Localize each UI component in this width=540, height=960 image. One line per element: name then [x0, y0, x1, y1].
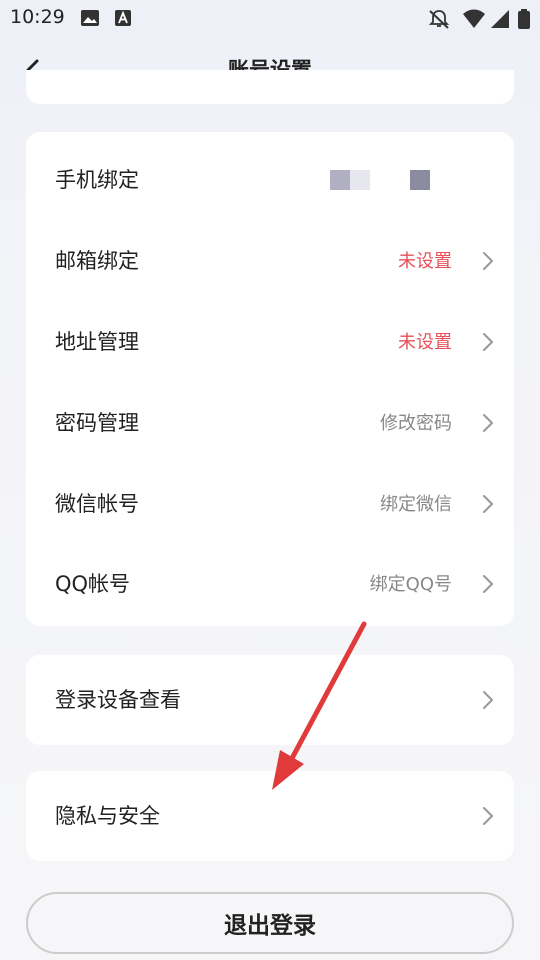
chevron-right-icon — [483, 333, 493, 351]
account-settings-card: 手机绑定 邮箱绑定 未设置 地址管理 未设置 密码管理 修改密码 微信帐号 绑定… — [26, 132, 514, 626]
image-icon — [81, 10, 99, 26]
chevron-right-icon — [483, 807, 493, 825]
battery-icon — [518, 9, 530, 29]
row-label: 密码管理 — [55, 411, 139, 435]
chevron-right-icon — [483, 691, 493, 709]
masked-phone-block — [330, 170, 350, 190]
phone-binding-row[interactable]: 手机绑定 — [26, 140, 514, 221]
chevron-right-icon — [483, 414, 493, 432]
row-label: 邮箱绑定 — [55, 249, 139, 273]
privacy-card: 隐私与安全 — [26, 771, 514, 861]
chevron-right-icon — [483, 252, 493, 270]
chevron-right-icon — [483, 495, 493, 513]
status-bar: 10:29 — [0, 0, 540, 36]
chevron-right-icon — [483, 575, 493, 593]
row-value: 修改密码 — [380, 413, 452, 434]
signal-icon — [491, 10, 509, 28]
logout-button[interactable]: 退出登录 — [26, 892, 514, 954]
row-label: 隐私与安全 — [55, 804, 160, 828]
login-devices-row[interactable]: 登录设备查看 — [26, 660, 514, 741]
address-management-row[interactable]: 地址管理 未设置 — [26, 302, 514, 383]
row-label: QQ帐号 — [55, 572, 131, 596]
login-devices-card: 登录设备查看 — [26, 655, 514, 745]
row-label: 地址管理 — [55, 330, 139, 354]
privacy-security-row[interactable]: 隐私与安全 — [26, 776, 514, 857]
status-time: 10:29 — [10, 6, 65, 28]
wechat-account-row[interactable]: 微信帐号 绑定微信 — [26, 464, 514, 545]
row-value: 未设置 — [398, 332, 452, 353]
email-binding-row[interactable]: 邮箱绑定 未设置 — [26, 221, 514, 302]
row-label: 手机绑定 — [55, 168, 139, 192]
row-label: 登录设备查看 — [55, 688, 181, 712]
password-management-row[interactable]: 密码管理 修改密码 — [26, 383, 514, 464]
qq-account-row[interactable]: QQ帐号 绑定QQ号 — [26, 544, 514, 625]
row-value: 绑定微信 — [380, 494, 452, 515]
wifi-icon — [463, 9, 485, 28]
previous-card — [26, 70, 514, 104]
notifications-off-icon — [428, 10, 450, 29]
masked-phone-block — [410, 170, 430, 190]
row-label: 微信帐号 — [55, 492, 139, 516]
row-value: 绑定QQ号 — [369, 574, 452, 595]
masked-phone-block — [350, 170, 370, 190]
app-notification-icon — [115, 10, 131, 26]
row-value: 未设置 — [398, 251, 452, 272]
